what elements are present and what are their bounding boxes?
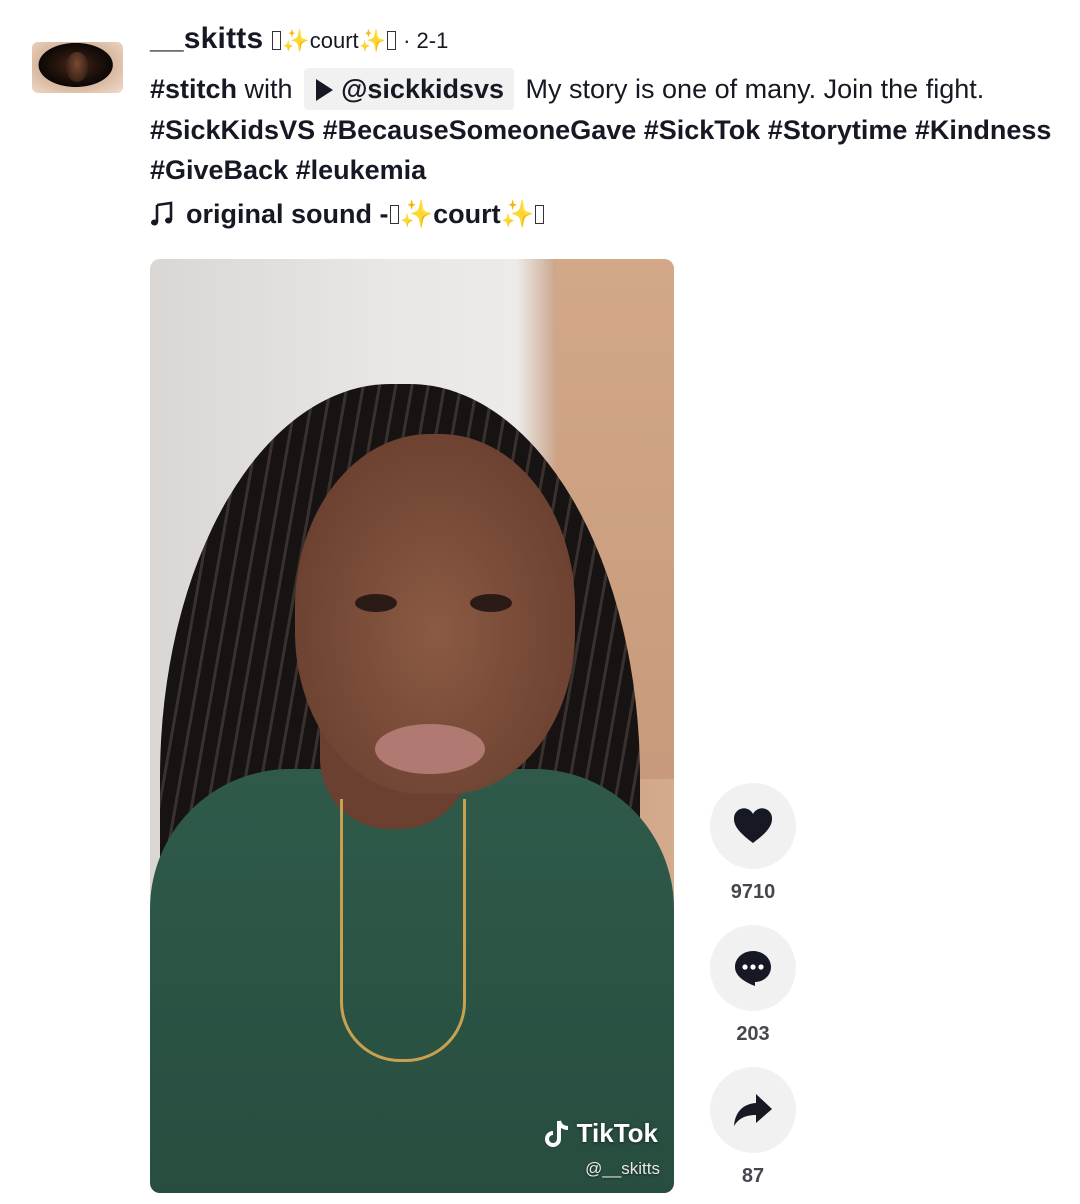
- hashtag-stitch[interactable]: #stitch: [150, 74, 237, 104]
- like-count: 9710: [730, 881, 776, 903]
- comment-count: 203: [736, 1023, 770, 1045]
- mention-link[interactable]: @sickkidsvs: [304, 68, 515, 110]
- sparkle-icon: ✨: [500, 199, 535, 229]
- music-note-icon: [151, 201, 173, 226]
- author-nickname[interactable]: ✨court✨: [271, 28, 397, 54]
- with-text: with: [244, 74, 293, 104]
- post-description: #stitch with @sickkidsvs My story is one…: [150, 68, 1070, 190]
- share-count: 87: [741, 1165, 765, 1187]
- tiktok-watermark: TikTok: [544, 1118, 658, 1149]
- play-icon: [316, 79, 334, 101]
- sparkle-icon: ✨: [358, 28, 387, 53]
- watermark-handle: @__skitts: [585, 1159, 660, 1178]
- hashtags-line[interactable]: #SickKidsVS #BecauseSomeoneGave #SickTok…: [150, 115, 1051, 145]
- sound-prefix: original sound -: [186, 198, 389, 229]
- share-arrow-icon: [734, 1094, 772, 1126]
- author-username[interactable]: __skitts: [150, 22, 263, 56]
- share-button[interactable]: [710, 1067, 796, 1153]
- like-action: 9710: [710, 783, 796, 904]
- share-action: 87: [710, 1067, 796, 1188]
- description-text: My story is one of many. Join the fight.: [525, 74, 985, 104]
- author-avatar[interactable]: [32, 42, 123, 93]
- sound-name: court: [433, 198, 501, 229]
- comment-bubble-icon: [735, 951, 771, 986]
- video-player[interactable]: TikTok @__skitts: [150, 259, 674, 1193]
- like-button[interactable]: [710, 783, 796, 869]
- sparkle-icon: ✨: [282, 28, 310, 53]
- hashtags-line[interactable]: #GiveBack #leukemia: [150, 155, 426, 185]
- comment-action: 203: [710, 925, 796, 1046]
- post-date: · 2-1: [403, 28, 449, 53]
- sound-link[interactable]: original sound - ✨ court ✨: [150, 198, 545, 230]
- tiktok-logo-icon: [544, 1119, 568, 1147]
- sparkle-icon: ✨: [399, 199, 434, 229]
- comment-button[interactable]: [710, 925, 796, 1011]
- post-header: __skitts ✨court✨ · 2-1: [150, 22, 448, 56]
- heart-icon: [733, 808, 773, 843]
